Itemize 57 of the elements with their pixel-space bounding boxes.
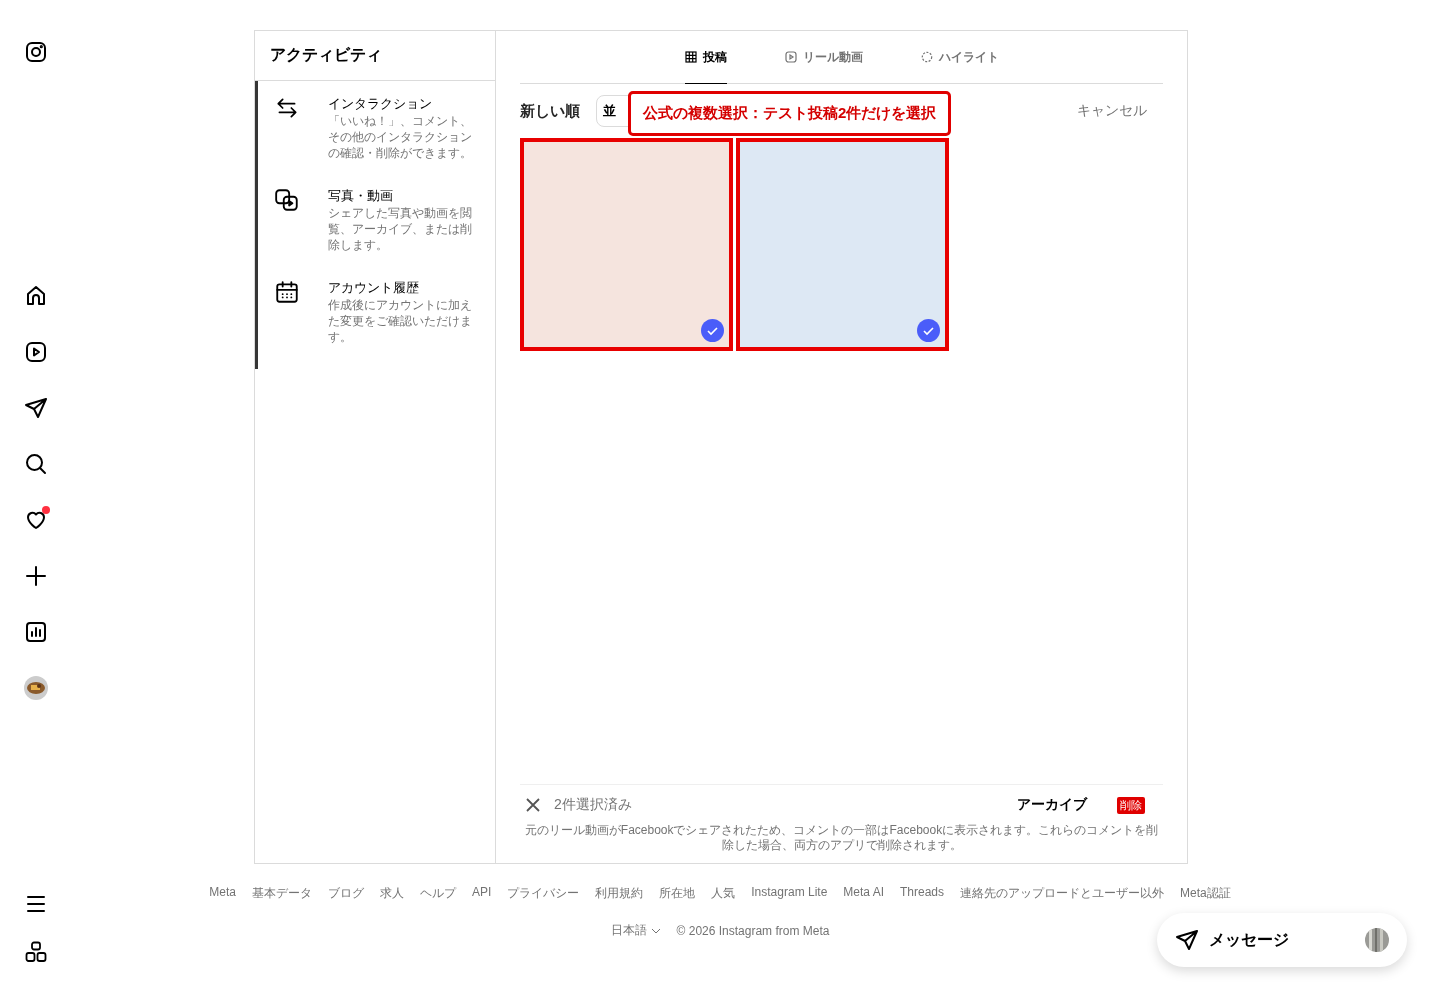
copyright: © 2026 Instagram from Meta <box>676 923 830 938</box>
selected-count: 2件選択済み <box>554 796 632 814</box>
close-icon[interactable] <box>524 796 542 814</box>
apps-icon[interactable] <box>24 940 48 964</box>
cancel-button[interactable]: キャンセル <box>1071 101 1163 121</box>
post-tile[interactable] <box>736 138 949 351</box>
activity-item[interactable]: アカウント履歴 作成後にアカウントに加えた変更をご確認いただけます。 <box>258 265 495 357</box>
send-icon <box>1175 928 1199 952</box>
check-icon <box>917 319 940 342</box>
check-icon <box>701 319 724 342</box>
footer-link[interactable]: 求人 <box>379 885 404 902</box>
home-icon[interactable] <box>24 284 48 308</box>
tab[interactable]: 投稿 <box>684 31 727 84</box>
tab[interactable]: リール動画 <box>784 31 863 84</box>
chart-icon[interactable] <box>24 620 48 644</box>
item-title: インタラクション <box>328 95 433 113</box>
notice-text: 元のリール動画がFacebookでシェアされたため、コメントの一部はFacebookに表示されます。これらのコメントを削除した場合、両方のアプリで削除されます。 <box>524 823 1159 853</box>
footer-link[interactable]: Instagram Lite <box>751 885 828 902</box>
play-icon[interactable] <box>24 340 48 364</box>
play-icon <box>784 51 797 63</box>
footer-link[interactable]: 人気 <box>711 885 736 902</box>
item-description: 作成後にアカウントに加えた変更をご確認いただけます。 <box>328 298 473 345</box>
language-select[interactable]: 日本語 <box>610 922 661 939</box>
item-description: 「いいね！」、コメント、その他のインタラクションの確認・削除ができます。 <box>328 114 473 161</box>
send-icon[interactable] <box>24 396 48 420</box>
post-tile[interactable] <box>520 138 733 351</box>
footer-link[interactable]: API <box>471 885 492 902</box>
item-title: 写真・動画 <box>328 187 394 205</box>
item-description: シェアした写真や動画を閲覧、アーカイブ、または削除します。 <box>328 206 473 253</box>
sort-label: 新しい順 <box>520 101 580 121</box>
footer-link[interactable]: 利用規約 <box>595 885 644 902</box>
footer-link[interactable]: Threads <box>900 885 945 902</box>
grid-icon <box>684 51 697 63</box>
photo-video-icon <box>274 187 300 213</box>
footer-link[interactable]: Meta AI <box>843 885 884 902</box>
search-icon[interactable] <box>24 452 48 476</box>
footer-link[interactable]: プライバシー <box>507 885 580 902</box>
footer-link[interactable]: 基本データ <box>251 885 312 902</box>
dashed-circle-icon <box>920 51 933 63</box>
footer-link[interactable]: Meta <box>209 885 236 902</box>
panel-title: アクティビティ <box>255 31 495 81</box>
footer-link[interactable]: ヘルプ <box>419 885 456 902</box>
item-title: アカウント履歴 <box>328 279 420 297</box>
footer-link[interactable]: Meta認証 <box>1180 885 1231 902</box>
instagram-logo-icon[interactable] <box>24 40 48 64</box>
delete-button[interactable]: 削除 <box>1117 796 1145 814</box>
plus-icon[interactable] <box>24 564 48 588</box>
activity-item[interactable]: 写真・動画 シェアした写真や動画を閲覧、アーカイブ、または削除します。 <box>258 173 495 265</box>
footer-link[interactable]: 連絡先のアップロードとユーザー以外 <box>960 885 1165 902</box>
tab[interactable]: ハイライト <box>920 31 999 84</box>
calendar-icon <box>274 279 300 305</box>
annotation-tooltip: 公式の複数選択：テスト投稿2件だけを選択 <box>628 91 952 136</box>
messages-button[interactable]: メッセージ <box>1157 913 1407 967</box>
footer-link[interactable]: ブログ <box>327 885 364 902</box>
archive-button[interactable]: アーカイブ <box>1011 795 1093 815</box>
activity-item[interactable]: インタラクション 「いいね！」、コメント、その他のインタラクションの確認・削除ができます。 <box>258 81 495 173</box>
footer-link[interactable]: 所在地 <box>659 885 696 902</box>
